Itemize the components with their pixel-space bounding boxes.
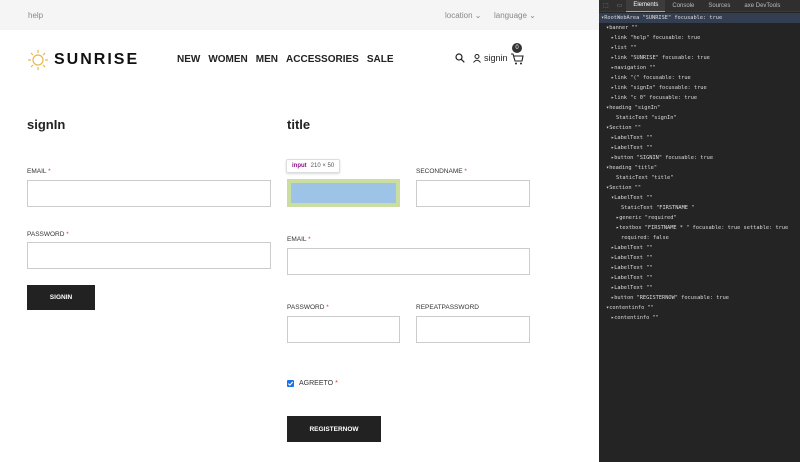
signin-email-input[interactable] (27, 180, 271, 207)
a11y-tree-row[interactable]: ▾contentinfo "" (599, 303, 800, 313)
device-toggle-icon[interactable]: ▭ (617, 2, 623, 9)
register-password-label: PASSWORD * (287, 304, 329, 311)
top-bar: help location ⌄ language ⌄ (0, 0, 599, 30)
web-page: help location ⌄ language ⌄ SUNRISE NEW W… (0, 0, 599, 462)
repeat-password-input[interactable] (416, 316, 530, 343)
main-nav: NEW WOMEN MEN ACCESSORIES SALE (177, 54, 402, 65)
a11y-tree-row[interactable]: ▸link "c 0" focusable: true (599, 93, 800, 103)
a11y-tree-row[interactable]: ▾Section "" (599, 123, 800, 133)
nav-item-sale[interactable]: SALE (367, 54, 394, 65)
a11y-tree-row[interactable]: ▸LabelText "" (599, 263, 800, 273)
secondname-input[interactable] (416, 180, 530, 207)
a11y-tree-row[interactable]: StaticText "FIRSTNAME " (599, 203, 800, 213)
registernow-button[interactable]: REGISTERNOW (287, 416, 381, 442)
a11y-tree-row[interactable]: ▸LabelText "" (599, 253, 800, 263)
register-password-input[interactable] (287, 316, 400, 343)
a11y-tree-row[interactable]: ▸link "help" focusable: true (599, 33, 800, 43)
devtools-panel: ⬚ ▭ Elements Console Sources axe DevTool… (599, 0, 800, 462)
tooltip-dims: 210 × 50 (310, 163, 335, 169)
a11y-tree-row[interactable]: ▸navigation "" (599, 63, 800, 73)
a11y-tree-row[interactable]: ▸LabelText "" (599, 133, 800, 143)
signin-link[interactable]: signin (473, 53, 508, 63)
signin-heading: signIn (27, 117, 66, 132)
a11y-tree-row[interactable]: ▸button "SIGNIN" focusable: true (599, 153, 800, 163)
location-dropdown[interactable]: location ⌄ (445, 11, 482, 20)
help-link[interactable]: help (28, 11, 43, 20)
signin-label: signin (484, 53, 508, 63)
header-actions: signin (455, 53, 508, 63)
a11y-tree-row[interactable]: ▾LabelText "" (599, 193, 800, 203)
logo-link[interactable]: SUNRISE (27, 48, 139, 72)
a11y-tree-row[interactable]: ▾Section "" (599, 183, 800, 193)
accessibility-tree: ▾RootWebArea "SUNRISE" focusable: true ▾b… (599, 13, 800, 323)
signin-password-label: PASSWORD * (27, 231, 69, 238)
checkmark-icon (287, 381, 294, 386)
a11y-tree-row[interactable]: ▸LabelText "" (599, 143, 800, 153)
signin-email-label: EMAIL * (27, 168, 51, 175)
firstname-input[interactable] (291, 183, 396, 203)
agree-label: AGREETO * (299, 380, 338, 387)
tab-sources[interactable]: Sources (701, 0, 737, 12)
a11y-tree-row[interactable]: ▾heading "title" (599, 163, 800, 173)
logo-text: SUNRISE (54, 51, 140, 68)
a11y-tree-row[interactable]: ▸LabelText "" (599, 283, 800, 293)
search-icon[interactable] (455, 53, 465, 63)
a11y-tree-row[interactable]: ▸link "signIn" focusable: true (599, 83, 800, 93)
tooltip-tag: input (292, 163, 307, 169)
cart-count-badge: 0 (512, 43, 522, 53)
tab-elements[interactable]: Elements (626, 0, 666, 12)
tab-axe-devtools[interactable]: axe DevTools (737, 0, 787, 12)
agree-checkbox[interactable] (287, 380, 294, 387)
inspect-tooltip: input 210 × 50 (286, 159, 341, 173)
signin-button[interactable]: SIGNIN (27, 285, 95, 310)
a11y-tree-row[interactable]: ▸link "(" focusable: true (599, 73, 800, 83)
a11y-tree-row[interactable]: StaticText "signIn" (599, 113, 800, 123)
a11y-tree-row[interactable]: ▸link "SUNRISE" focusable: true (599, 53, 800, 63)
a11y-tree-row[interactable]: StaticText "title" (599, 173, 800, 183)
register-email-input[interactable] (287, 248, 530, 275)
inspect-cursor-icon[interactable]: ⬚ (603, 2, 609, 9)
a11y-tree-row[interactable]: ▸generic "required" (599, 213, 800, 223)
a11y-tree-row[interactable]: required: false (599, 233, 800, 243)
language-dropdown[interactable]: language ⌄ (494, 11, 536, 20)
register-heading: title (287, 117, 311, 132)
nav-item-new[interactable]: NEW (177, 54, 200, 65)
register-email-label: EMAIL * (287, 236, 311, 243)
tab-console[interactable]: Console (665, 0, 701, 12)
a11y-tree-row[interactable]: ▾banner "" (599, 23, 800, 33)
a11y-tree-row[interactable]: ▸LabelText "" (599, 243, 800, 253)
nav-item-women[interactable]: WOMEN (208, 54, 247, 65)
secondname-label: SECONDNAME * (416, 168, 467, 175)
a11y-tree-row[interactable]: ▸list "" (599, 43, 800, 53)
a11y-tree-row[interactable]: ▸LabelText "" (599, 273, 800, 283)
a11y-tree-row[interactable]: ▸textbox "FIRSTNAME * " focusable: true … (599, 223, 800, 233)
a11y-tree-row[interactable]: ▸button "REGISTERNOW" focusable: true (599, 293, 800, 303)
a11y-tree-row[interactable]: ▾RootWebArea "SUNRISE" focusable: true (599, 13, 800, 23)
a11y-tree-row[interactable]: ▸contentinfo "" (599, 313, 800, 323)
nav-item-accessories[interactable]: ACCESSORIES (286, 54, 359, 65)
signin-password-input[interactable] (27, 242, 271, 269)
repeat-password-label: REPEATPASSWORD (416, 304, 479, 311)
user-icon (473, 53, 481, 63)
sun-icon (28, 50, 48, 70)
cart-icon[interactable] (510, 52, 524, 66)
a11y-tree-row[interactable]: ▾heading "signIn" (599, 103, 800, 113)
devtools-tabs: ⬚ ▭ Elements Console Sources axe DevTool… (599, 0, 800, 12)
nav-item-men[interactable]: MEN (256, 54, 278, 65)
